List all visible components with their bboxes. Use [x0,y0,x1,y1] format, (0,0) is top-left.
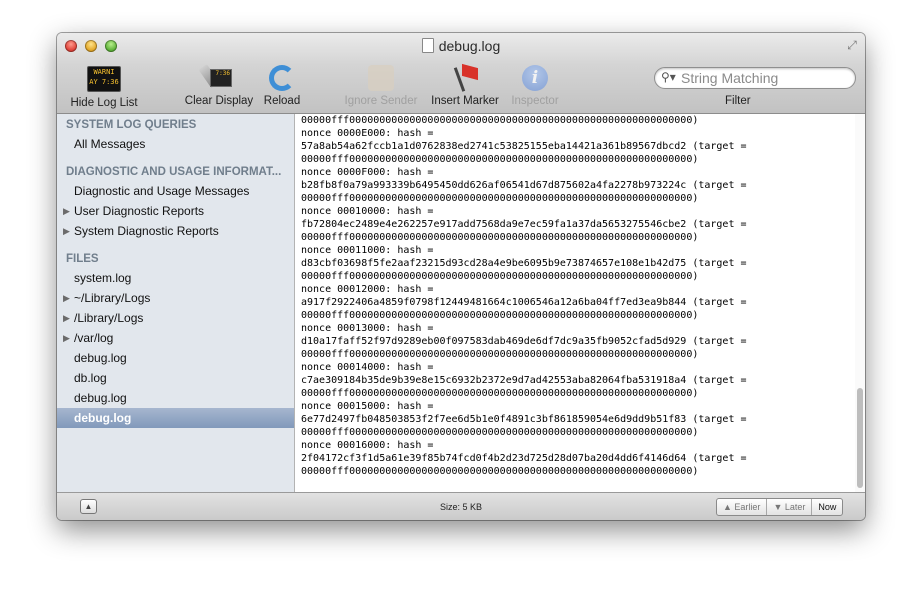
sidebar-item-all-messages[interactable]: All Messages [57,134,294,154]
document-icon [421,38,434,53]
sidebar-item-label: /Library/Logs [74,311,144,325]
hide-log-list-button[interactable]: WARNI AY 7:36 Hide Log List [65,63,143,109]
section-heading-diagnostic-usage: DIAGNOSTIC AND USAGE INFORMAT... [66,166,282,178]
disclosure-triangle-icon[interactable]: ▶ [63,308,70,328]
sidebar-item-var-log[interactable]: ▶ /var/log [57,328,294,348]
sidebar-item-label: debug.log [74,351,127,365]
sidebar-item-db-log[interactable]: db.log [57,368,294,388]
ignore-sender-label: Ignore Sender [344,95,418,107]
search-field[interactable]: ⚲▾ [654,67,856,89]
reload-label: Reload [263,95,301,107]
sidebar-item-label: Diagnostic and Usage Messages [74,184,250,198]
console-window: debug.log ⤢ WARNI AY 7:36 Hide Log List … [57,33,865,520]
log-content-view[interactable]: 00000fff00000000000000000000000000000000… [295,114,865,492]
time-navigation: ▲ Earlier ▼ Later Now [716,498,844,516]
vertical-scrollbar[interactable] [855,114,865,492]
later-button[interactable]: ▼ Later [766,499,811,515]
info-icon: i [522,65,548,91]
disclosure-triangle-icon[interactable]: ▶ [63,201,70,221]
sidebar-item-label: ~/Library/Logs [74,291,151,305]
sidebar-item-label: debug.log [74,411,132,425]
disclosure-triangle-icon[interactable]: ▶ [63,221,70,241]
sidebar-item-debug-log[interactable]: debug.log [57,388,294,408]
clear-display-button[interactable]: 7:36 Clear Display [181,63,257,107]
console-icon: WARNI AY 7:36 [87,66,121,92]
flag-icon [450,63,480,92]
clear-display-screen: 7:36 [210,69,232,87]
reload-icon [269,65,295,91]
search-input[interactable] [681,69,846,86]
section-heading-system-log-queries: SYSTEM LOG QUERIES [66,119,197,131]
ignore-sender-button[interactable]: Ignore Sender [341,63,421,107]
insert-marker-label: Insert Marker [431,95,499,107]
sidebar-item-label: /var/log [74,331,114,345]
clear-display-label: Clear Display [184,95,254,107]
now-button[interactable]: Now [811,499,842,515]
sidebar-item-label: All Messages [74,137,146,151]
log-list-sidebar: SYSTEM LOG QUERIES All Messages DIAGNOST… [57,114,295,492]
sidebar-item-user-library-logs[interactable]: ▶ ~/Library/Logs [57,288,294,308]
earlier-button[interactable]: ▲ Earlier [717,499,766,515]
fullscreen-icon[interactable]: ⤢ [845,38,859,52]
window-title: debug.log [57,38,865,54]
titlebar: debug.log ⤢ WARNI AY 7:36 Hide Log List … [57,33,865,114]
sidebar-item-debug-log[interactable]: debug.log [57,348,294,368]
filter-label: Filter [725,95,751,107]
status-bar: ▲ Size: 5 KB ▲ Earlier ▼ Later Now [57,492,865,520]
clear-display-icon: 7:36 [198,64,234,91]
sidebar-item-label: db.log [74,371,107,385]
sidebar-item-label: system.log [74,271,132,285]
sidebar-item-debug-log-selected[interactable]: debug.log [57,408,294,428]
now-label: Now [818,502,837,512]
section-heading-files: FILES [66,253,99,265]
sidebar-item-label: debug.log [74,391,127,405]
inspector-label: Inspector [511,95,559,107]
reload-button[interactable]: Reload [261,63,303,107]
sidebar-item-diagnostic-usage-messages[interactable]: Diagnostic and Usage Messages [57,181,294,201]
inspector-button[interactable]: i Inspector [505,63,565,107]
log-text: 00000fff00000000000000000000000000000000… [301,115,747,477]
later-label: Later [784,502,806,512]
search-icon: ⚲▾ [661,70,676,84]
sidebar-item-user-diagnostic-reports[interactable]: ▶ User Diagnostic Reports [57,201,294,221]
ignore-sender-icon [368,65,394,91]
sidebar-item-system-log[interactable]: system.log [57,268,294,288]
sidebar-item-label: System Diagnostic Reports [74,224,219,238]
window-title-text: debug.log [438,38,501,54]
sidebar-item-system-diagnostic-reports[interactable]: ▶ System Diagnostic Reports [57,221,294,241]
sidebar-item-library-logs[interactable]: ▶ /Library/Logs [57,308,294,328]
scrollbar-thumb[interactable] [857,388,863,488]
insert-marker-button[interactable]: Insert Marker [427,63,503,107]
sidebar-item-label: User Diagnostic Reports [74,204,205,218]
disclosure-triangle-icon[interactable]: ▶ [63,288,70,308]
disclosure-triangle-icon[interactable]: ▶ [63,328,70,348]
earlier-label: Earlier [734,502,761,512]
hide-log-list-label: Hide Log List [70,97,138,109]
